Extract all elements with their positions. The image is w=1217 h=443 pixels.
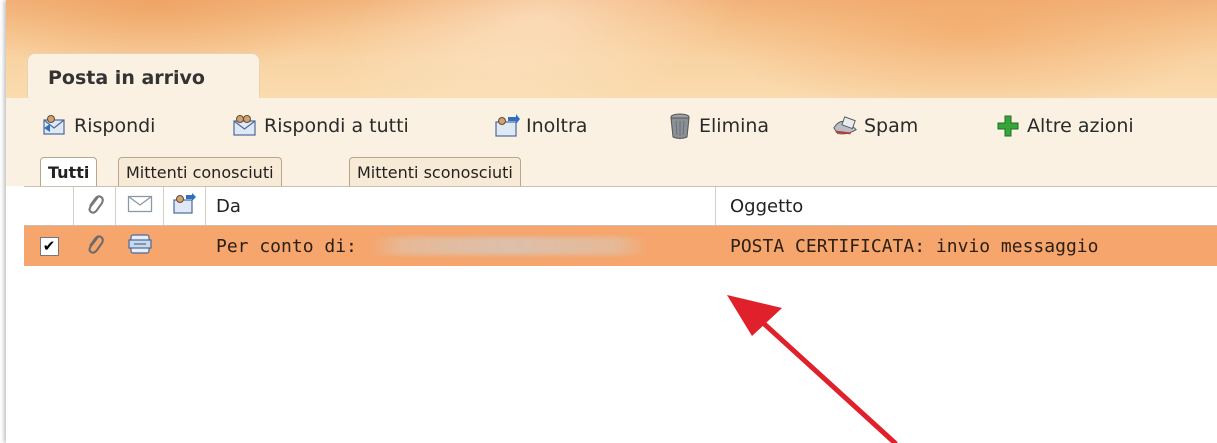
spam-button[interactable]: Spam (832, 106, 995, 146)
tab-inbox[interactable]: Posta in arrivo (27, 53, 260, 98)
forwarded-column-header[interactable] (164, 187, 206, 225)
read-status-column-header[interactable] (116, 187, 164, 225)
mail-window: Posta in arrivo Rispondi Rispondi a tutt… (6, 0, 1217, 443)
delete-button[interactable]: Elimina (667, 106, 832, 146)
spam-label: Spam (864, 114, 919, 137)
paperclip-icon (85, 232, 105, 261)
subject-column-header[interactable]: Oggetto (716, 187, 1217, 225)
from-column-header[interactable]: Da (206, 187, 716, 225)
row-attachment-cell (74, 232, 116, 261)
certified-mail-icon (128, 233, 152, 260)
checkbox-check-glyph: ✔ (42, 237, 56, 255)
row-subject-label: POSTA CERTIFICATA: invio messaggio (730, 235, 1099, 257)
tab-known-senders-label: Mittenti conosciuti (126, 163, 274, 182)
filter-tabs: Tutti Mittenti conosciuti Mittenti scono… (6, 153, 1217, 188)
reply-button[interactable]: Rispondi (42, 106, 232, 146)
forward-icon (172, 192, 197, 220)
row-subject-cell: POSTA CERTIFICATA: invio messaggio (716, 236, 1217, 257)
delete-label: Elimina (699, 114, 770, 137)
forward-label: Inoltra (526, 114, 588, 137)
more-actions-button[interactable]: Altre azioni (995, 106, 1195, 146)
redacted-sender-address (368, 237, 649, 255)
reply-all-label: Rispondi a tutti (264, 114, 409, 137)
envelope-icon (127, 194, 153, 219)
select-column-header[interactable] (24, 187, 74, 225)
from-column-label: Da (216, 195, 241, 217)
more-actions-label: Altre azioni (1027, 114, 1134, 137)
plus-icon (995, 113, 1021, 139)
trash-icon (667, 113, 693, 139)
reply-icon (42, 113, 68, 139)
tab-unknown-senders-label: Mittenti sconosciuti (357, 163, 513, 182)
table-row[interactable]: ✔ Per conto di: POSTA CERTIFICATA: invio… (24, 226, 1217, 266)
row-select-cell: ✔ (24, 236, 74, 256)
reply-all-icon (232, 113, 258, 139)
subject-column-label: Oggetto (730, 195, 804, 217)
row-checkbox[interactable]: ✔ (39, 236, 59, 256)
attachment-column-header[interactable] (74, 187, 116, 225)
reply-all-button[interactable]: Rispondi a tutti (232, 106, 494, 146)
tab-inbox-label: Posta in arrivo (48, 67, 205, 89)
paperclip-icon (85, 192, 105, 221)
tab-unknown-senders[interactable]: Mittenti sconosciuti (349, 157, 521, 187)
forward-icon (494, 113, 520, 139)
toolbar: Rispondi Rispondi a tutti Inoltra Elimin… (6, 98, 1217, 153)
spam-icon (832, 113, 858, 139)
row-from-cell: Per conto di: (206, 236, 716, 257)
message-list-header: Da Oggetto (24, 186, 1217, 226)
forward-button[interactable]: Inoltra (494, 106, 667, 146)
row-from-label: Per conto di: (216, 235, 357, 257)
tab-known-senders[interactable]: Mittenti conosciuti (118, 157, 282, 187)
reply-label: Rispondi (74, 114, 156, 137)
tab-all[interactable]: Tutti (40, 157, 98, 188)
row-status-cell (116, 233, 164, 260)
tab-all-label: Tutti (48, 163, 90, 182)
